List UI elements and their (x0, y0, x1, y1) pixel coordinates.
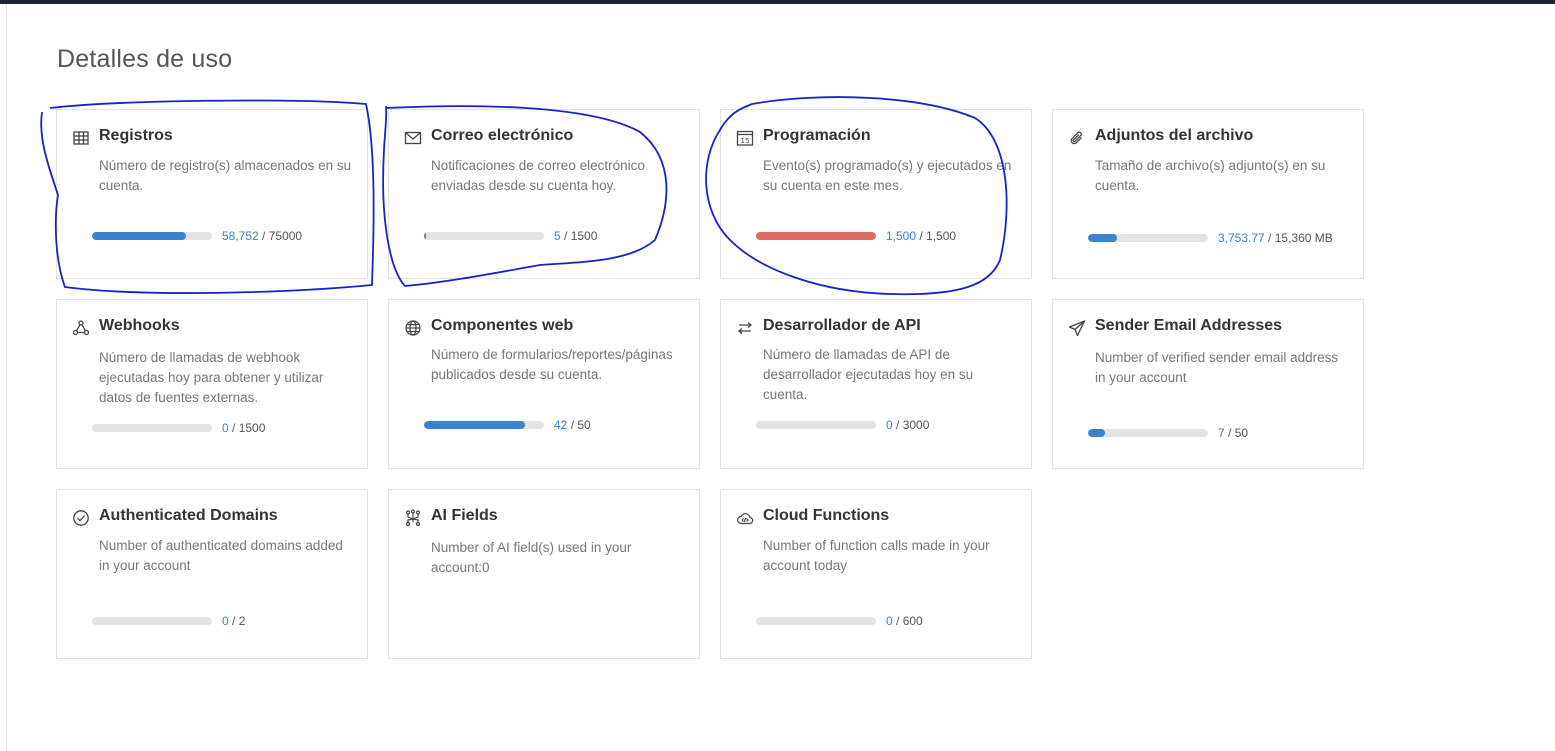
used-value: 3,753.77 (1218, 231, 1265, 245)
svg-text:15: 15 (741, 137, 750, 145)
card-programacion: 15 Programación Evento(s) programado(s) … (720, 109, 1032, 279)
card-description: Número de registro(s) almacenados en su … (99, 158, 352, 193)
progress-bar (92, 424, 212, 432)
card-correo: Correo electrónico Notificaciones de cor… (388, 109, 700, 279)
progress-bar (756, 617, 876, 625)
card-adjuntos: Adjuntos del archivo Tamaño de archivo(s… (1052, 109, 1364, 279)
card-description: Tamaño de archivo(s) adjunto(s) en su cu… (1095, 158, 1326, 193)
limit-value: 50 (577, 418, 591, 432)
card-title: Componentes web (431, 317, 574, 334)
card-title: Webhooks (99, 317, 180, 334)
card-description: Number of AI field(s) used in your accou… (431, 540, 632, 575)
used-value: 0 (886, 418, 893, 432)
card-description: Número de formularios/reportes/páginas p… (431, 347, 673, 382)
usage-count: 42 / 50 (554, 418, 591, 432)
card-registros: Registros Número de registro(s) almacena… (56, 109, 368, 279)
page-title: Detalles de uso (57, 45, 233, 73)
usage-meter: 3,753.77 / 15,360 MB (1088, 231, 1333, 245)
card-desarrollador-api: Desarrollador de API Número de llamadas … (720, 299, 1032, 469)
limit-value: 600 (902, 614, 923, 628)
card-title: Correo electrónico (431, 127, 574, 144)
card-title: Desarrollador de API (763, 317, 921, 334)
used-value: 0 (222, 614, 229, 628)
usage-meter: 0 / 2 (92, 614, 245, 628)
used-value: 58,752 (222, 229, 259, 243)
cloud-code-icon (736, 509, 754, 527)
usage-meter: 0 / 1500 (92, 421, 265, 435)
card-title: Sender Email Addresses (1095, 317, 1283, 334)
limit-value: 1,500 (926, 229, 957, 243)
usage-count: 7 / 50 (1218, 426, 1249, 440)
progress-bar (1088, 234, 1208, 242)
usage-meter: 58,752 / 75000 (92, 229, 302, 243)
usage-count: 5 / 1500 (554, 229, 598, 243)
limit-value: 75000 (268, 229, 303, 243)
limit-value: 2 (238, 614, 246, 628)
limit-value: 15,360 MB (1274, 231, 1333, 245)
card-description: Evento(s) programado(s) y ejecutados en … (763, 158, 1012, 193)
progress-bar (756, 421, 876, 429)
usage-count: 0 / 3000 (886, 418, 930, 432)
card-cloud-functions: Cloud Functions Number of function calls… (720, 489, 1032, 659)
api-arrows-icon (736, 319, 754, 337)
card-description: Número de llamadas de API de desarrollad… (763, 347, 974, 402)
limit-value: 50 (1234, 426, 1249, 440)
usage-meter: 1,500 / 1,500 (756, 229, 956, 243)
card-description: Number of function calls made in your ac… (763, 538, 990, 573)
webhook-icon (72, 319, 90, 337)
limit-value: 3000 (902, 418, 930, 432)
progress-bar (92, 617, 212, 625)
card-title: Programación (763, 127, 871, 144)
card-description: Número de llamadas de webhook ejecutadas… (99, 350, 324, 405)
usage-meter: 42 / 50 (424, 418, 591, 432)
card-title: Adjuntos del archivo (1095, 127, 1254, 144)
usage-meter: 7 / 50 (1088, 426, 1248, 440)
used-value: 5 (554, 229, 561, 243)
card-description: Number of authenticated domains added in… (99, 538, 343, 573)
progress-bar (424, 232, 544, 240)
used-value: 1,500 (886, 229, 917, 243)
progress-bar (756, 232, 876, 240)
card-sender-email: Sender Email Addresses Number of verifie… (1052, 299, 1364, 469)
usage-grid: Registros Número de registro(s) almacena… (56, 109, 1376, 669)
used-value: 0 (886, 614, 893, 628)
used-value: 7 (1218, 426, 1225, 440)
ai-circuit-icon (404, 509, 422, 527)
card-webhooks: Webhooks Número de llamadas de webhook e… (56, 299, 368, 469)
mail-icon (404, 129, 422, 147)
card-title: AI Fields (431, 507, 498, 524)
paperclip-icon (1068, 129, 1086, 147)
limit-value: 1500 (238, 421, 266, 435)
usage-count: 0 / 1500 (222, 421, 266, 435)
left-border (6, 4, 7, 751)
check-circle-icon (72, 509, 90, 527)
card-title: Registros (99, 127, 173, 144)
card-authenticated-domains: Authenticated Domains Number of authenti… (56, 489, 368, 659)
limit-value: 1500 (570, 229, 598, 243)
table-icon (72, 129, 90, 147)
usage-meter: 0 / 3000 (756, 418, 929, 432)
card-title: Cloud Functions (763, 507, 890, 524)
paper-plane-icon (1068, 319, 1086, 337)
calendar-icon: 15 (736, 129, 754, 147)
usage-meter: 0 / 600 (756, 614, 923, 628)
progress-bar (1088, 429, 1208, 437)
globe-icon (404, 319, 422, 337)
top-bar (0, 0, 1555, 4)
card-ai-fields: AI Fields Number of AI field(s) used in … (388, 489, 700, 659)
card-description: Notificaciones de correo electrónico env… (431, 158, 645, 193)
card-title: Authenticated Domains (99, 507, 278, 524)
used-value: 0 (222, 421, 229, 435)
usage-meter: 5 / 1500 (424, 229, 597, 243)
card-description: Number of verified sender email address … (1095, 350, 1339, 385)
usage-count: 3,753.77 / 15,360 MB (1218, 231, 1333, 245)
card-componentes-web: Componentes web Número de formularios/re… (388, 299, 700, 469)
progress-bar (424, 421, 544, 429)
usage-count: 1,500 / 1,500 (886, 229, 957, 243)
progress-bar (92, 232, 212, 240)
usage-count: 0 / 2 (222, 614, 246, 628)
usage-count: 58,752 / 75000 (222, 229, 303, 243)
usage-count: 0 / 600 (886, 614, 923, 628)
used-value: 42 (554, 418, 568, 432)
